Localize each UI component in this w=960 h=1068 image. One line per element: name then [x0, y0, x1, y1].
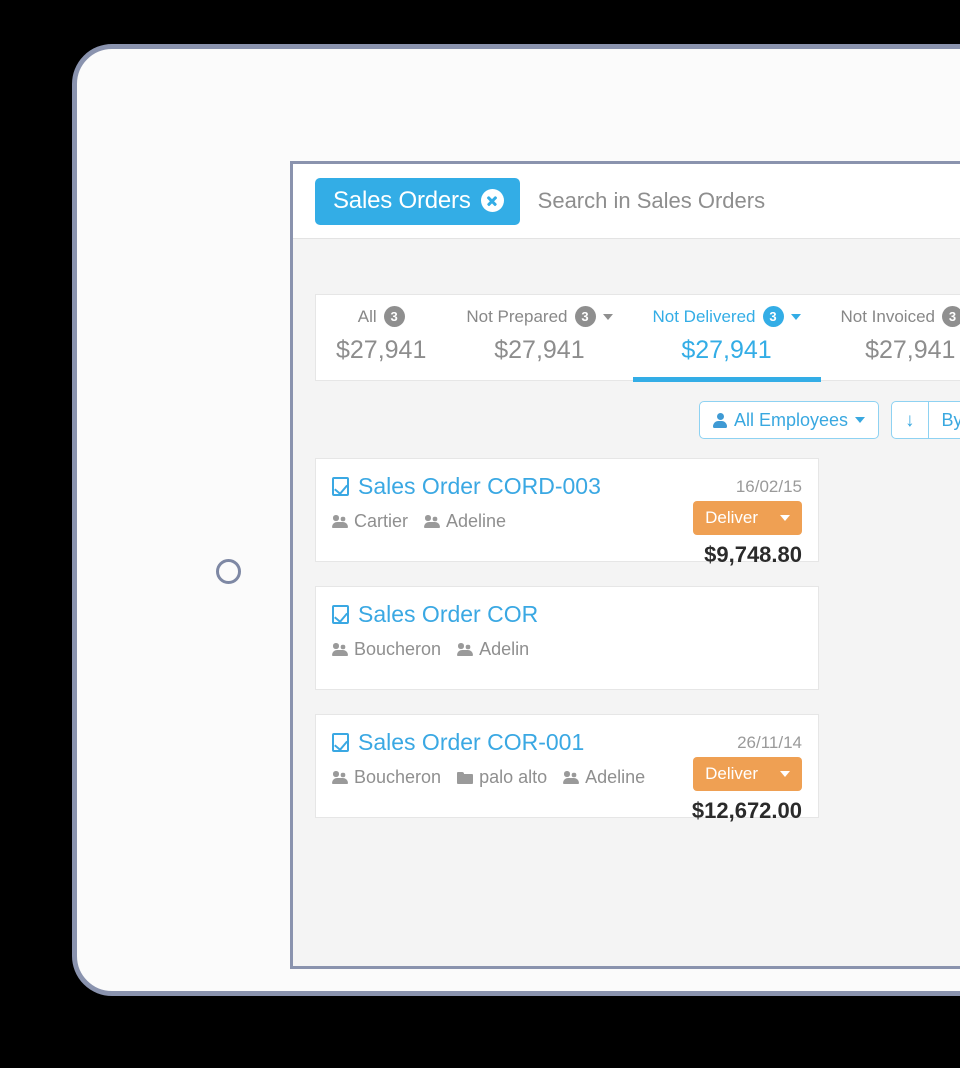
facet-tag-sales-orders[interactable]: Sales Orders: [315, 177, 520, 225]
order-card-actions: Deliver $12,672.00: [692, 757, 802, 824]
order-card-list: Sales Order CORD-003 16/02/15 Cartier Ad…: [293, 439, 960, 823]
order-tag-label: Adelin: [479, 639, 530, 659]
order-amount: $12,672.00: [691, 798, 802, 823]
order-card-header: Sales Order COR-001 26/11/14: [332, 729, 802, 756]
tab-not-delivered-top: Not Delivered 3: [653, 306, 801, 327]
app-header: Sales Orders: [293, 164, 960, 239]
order-card[interactable]: Sales Order COR Boucheron Adelin: [315, 586, 819, 690]
users-icon: [332, 643, 348, 656]
tab-not-prepared[interactable]: Not Prepared 3 $27,941: [446, 295, 632, 382]
search-input[interactable]: [519, 164, 960, 238]
order-card-actions: Deliver $9,748.80: [693, 501, 802, 568]
tab-not-invoiced-top: Not Invoiced 3: [841, 306, 960, 327]
users-icon: [332, 771, 348, 784]
order-tag: Boucheron: [332, 639, 441, 660]
order-tag: Adeline: [563, 767, 645, 788]
sort-field-label: By Sales Ord: [941, 409, 960, 430]
chevron-down-icon[interactable]: [602, 313, 613, 320]
document-check-icon: [332, 605, 349, 624]
order-tag-label: Boucheron: [354, 639, 442, 659]
tab-not-prepared-badge: 3: [574, 306, 596, 327]
tab-not-invoiced-label: Not Invoiced: [840, 306, 936, 326]
order-tag-label: Adeline: [446, 511, 507, 531]
document-check-icon: [332, 477, 349, 496]
all-employees-label: All Employees: [734, 409, 849, 430]
chevron-down-icon: [855, 417, 866, 423]
order-amount: $9,748.80: [704, 542, 802, 567]
order-tag-list: Cartier Adeline: [332, 511, 506, 532]
tab-not-prepared-amount: $27,941: [494, 336, 585, 364]
list-toolbar: All Employees ↓ By Sales Ord: [293, 381, 960, 439]
facet-tag-label: Sales Orders: [333, 186, 471, 214]
order-tag: Cartier: [332, 511, 408, 532]
close-circle-icon[interactable]: [480, 189, 504, 212]
order-tag: Adeline: [424, 511, 506, 532]
app-body: All 3 $27,941 Not Prepared 3 $27,941 Not…: [293, 239, 960, 966]
tab-not-prepared-top: Not Prepared 3: [466, 306, 613, 327]
order-date: 26/11/14: [737, 733, 802, 752]
order-tag: Boucheron: [332, 767, 441, 788]
folder-icon: [457, 771, 474, 784]
tab-all-top: All 3: [336, 306, 426, 327]
document-check-icon: [332, 733, 349, 752]
deliver-button[interactable]: Deliver: [693, 757, 802, 791]
order-tag-list: Boucheron palo alto Adeline: [332, 767, 645, 788]
order-title[interactable]: Sales Order COR: [332, 601, 538, 628]
deliver-button-label: Deliver: [705, 764, 758, 783]
deliver-button-label: Deliver: [705, 508, 758, 527]
order-title-label: Sales Order CORD-003: [358, 473, 601, 499]
tab-all-amount: $27,941: [336, 336, 427, 364]
chevron-down-icon[interactable]: [790, 313, 801, 320]
filter-tabs-wrap: All 3 $27,941 Not Prepared 3 $27,941 Not…: [293, 239, 960, 382]
filter-tabs: All 3 $27,941 Not Prepared 3 $27,941 Not…: [315, 294, 960, 382]
chevron-down-icon[interactable]: [780, 771, 790, 777]
users-icon: [457, 643, 474, 656]
order-tag-label: Boucheron: [354, 767, 442, 787]
tab-all[interactable]: All 3 $27,941: [316, 295, 446, 382]
order-card[interactable]: Sales Order COR-001 26/11/14 Boucheron p…: [315, 714, 819, 823]
all-employees-filter-button[interactable]: All Employees: [699, 401, 880, 439]
order-title[interactable]: Sales Order COR-001: [332, 729, 584, 756]
order-tag: Adelin: [457, 639, 529, 660]
tab-not-invoiced-badge: 3: [942, 306, 960, 327]
order-card-header: Sales Order COR: [332, 601, 802, 628]
tab-not-delivered[interactable]: Not Delivered 3 $27,941: [632, 295, 821, 382]
deliver-button[interactable]: Deliver: [693, 501, 802, 535]
order-tag-label: Adeline: [585, 767, 646, 787]
order-tag: palo alto: [457, 767, 547, 788]
sort-field-button[interactable]: By Sales Ord: [927, 402, 960, 438]
app-screen: Sales Orders All 3 $27,941: [290, 161, 960, 969]
users-icon: [563, 771, 580, 784]
order-card-header: Sales Order CORD-003 16/02/15: [332, 473, 802, 500]
arrow-down-icon: ↓: [905, 409, 915, 431]
tab-not-invoiced[interactable]: Not Invoiced 3 $27,941: [821, 295, 960, 382]
order-card-tags-row: Boucheron Adelin: [332, 639, 802, 660]
tab-not-invoiced-amount: $27,941: [865, 336, 956, 364]
order-title[interactable]: Sales Order CORD-003: [332, 473, 601, 500]
tab-all-badge: 3: [383, 306, 405, 327]
order-tag-label: Cartier: [354, 511, 409, 531]
order-card[interactable]: Sales Order CORD-003 16/02/15 Cartier Ad…: [315, 458, 819, 567]
chevron-down-icon[interactable]: [780, 515, 790, 521]
order-tag-list: Boucheron Adelin: [332, 639, 529, 660]
tab-not-delivered-amount: $27,941: [681, 336, 772, 364]
users-icon: [424, 515, 441, 528]
tab-not-prepared-label: Not Prepared: [466, 306, 568, 326]
active-tab-underline: [632, 377, 821, 382]
order-title-label: Sales Order COR: [358, 601, 539, 627]
users-icon: [332, 515, 348, 528]
tab-not-delivered-badge: 3: [762, 306, 784, 327]
order-tag-label: palo alto: [479, 767, 548, 787]
order-date: 16/02/15: [735, 477, 802, 496]
tab-not-delivered-label: Not Delivered: [652, 306, 756, 326]
tab-all-label: All: [357, 306, 377, 326]
order-title-label: Sales Order COR-001: [358, 729, 585, 755]
home-button[interactable]: [216, 559, 241, 584]
person-icon: [713, 412, 727, 428]
sort-button-group[interactable]: ↓ By Sales Ord: [891, 401, 960, 439]
tablet-device-frame: Sales Orders All 3 $27,941: [72, 44, 960, 996]
sort-direction-button[interactable]: ↓: [892, 402, 928, 438]
